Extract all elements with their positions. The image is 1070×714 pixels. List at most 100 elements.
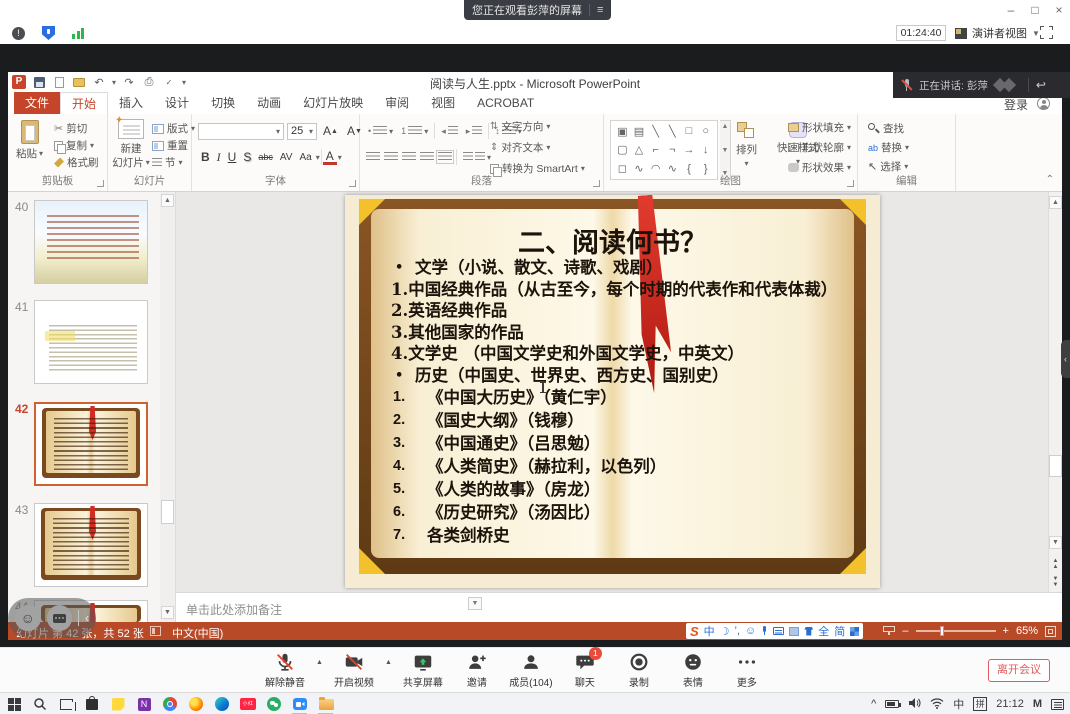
leave-meeting-button[interactable]: 离开会议 — [988, 659, 1050, 682]
print-preview-icon[interactable]: ⎙ — [142, 75, 156, 89]
mic-options-icon[interactable]: ▲ — [316, 659, 323, 666]
font-color-dropdown-icon[interactable]: ▾ — [338, 153, 342, 162]
ime-voice-icon[interactable] — [761, 626, 768, 636]
video-options-icon[interactable]: ▲ — [385, 659, 392, 666]
columns-button[interactable]: ▾ — [461, 148, 493, 166]
zoom-in-button[interactable]: + — [1003, 625, 1009, 637]
new-document-icon[interactable] — [55, 77, 64, 88]
align-right-button[interactable] — [402, 152, 416, 162]
chat-button[interactable]: 1 聊天 — [562, 651, 608, 689]
copy-button[interactable]: 复制▾ — [54, 137, 99, 154]
align-text-button[interactable]: ⇕对齐文本▾ — [490, 139, 585, 156]
start-button[interactable] — [6, 696, 22, 712]
spellcheck-icon[interactable]: ✓ — [162, 75, 176, 89]
undo-icon[interactable]: ↶ — [92, 75, 106, 89]
font-dialog-launcher[interactable] — [349, 180, 356, 187]
replace-button[interactable]: ab替换▾ — [868, 139, 909, 156]
onenote-icon[interactable]: N — [136, 696, 152, 712]
store-icon[interactable] — [84, 696, 100, 712]
sidebar-collapse-tab[interactable]: ‹ — [1061, 340, 1070, 378]
bullets-button[interactable]: •▾ — [366, 122, 395, 140]
shape-fill-button[interactable]: 形状填充▾ — [788, 119, 858, 136]
chrome-icon[interactable] — [162, 696, 178, 712]
find-button[interactable]: 查找 — [868, 120, 909, 137]
volume-icon[interactable] — [908, 697, 921, 712]
open-icon[interactable] — [73, 78, 85, 87]
tab-slideshow[interactable]: 幻灯片放映 — [292, 92, 374, 114]
file-explorer-icon[interactable] — [318, 696, 334, 712]
save-icon[interactable] — [34, 77, 45, 88]
drawing-dialog-launcher[interactable] — [847, 180, 854, 187]
sign-in-link[interactable]: 登录 — [1004, 96, 1028, 113]
collapse-bubble-icon[interactable]: ‹ — [85, 611, 89, 625]
numbering-button[interactable]: 1▾ — [399, 122, 430, 140]
collapse-ribbon-icon[interactable]: ⌃ — [1046, 174, 1054, 185]
thumb-scroll-down-icon[interactable]: ▼ — [161, 606, 174, 619]
zoom-level[interactable]: 65% — [1016, 625, 1038, 637]
shapes-gallery-scroll[interactable]: ▲▼▼ — [720, 120, 731, 180]
thumb-scroll-up-icon[interactable]: ▲ — [161, 194, 174, 207]
vertical-scrollbar[interactable]: ▲ ▼ ▲▲ ▼▼ — [1048, 192, 1062, 622]
strikethrough-button[interactable]: abc — [255, 148, 276, 166]
language-indicator[interactable]: 中文(中国) — [172, 625, 223, 641]
slide-canvas[interactable]: 二、阅读何书？ •文学（小说、散文、诗歌、戏剧） 1.中国经典作品（从古至今，每… — [345, 195, 880, 588]
tab-home[interactable]: 开始 — [60, 92, 108, 114]
slide-thumbnail-42-selected[interactable] — [34, 402, 148, 486]
comment-bubble-icon[interactable] — [47, 605, 73, 631]
tray-chevron-icon[interactable]: ^ — [871, 698, 876, 710]
tab-design[interactable]: 设计 — [154, 92, 200, 114]
wechat-icon[interactable] — [266, 696, 282, 712]
paragraph-dialog-launcher[interactable] — [593, 180, 600, 187]
more-button[interactable]: 更多 — [724, 651, 770, 689]
tab-review[interactable]: 审阅 — [374, 92, 420, 114]
search-icon[interactable] — [32, 696, 48, 712]
text-shadow-button[interactable]: S — [240, 148, 254, 166]
tray-ime-icon[interactable]: 拼 — [973, 697, 987, 711]
sogou-ime-bar[interactable]: S 中 ☽ ’, ☺ 全 简 — [686, 623, 863, 639]
layout-button[interactable]: 版式▾ — [152, 120, 195, 137]
increase-indent-button[interactable]: ▸ — [464, 122, 485, 140]
underline-button[interactable]: U — [225, 148, 240, 166]
notes-splitter-icon[interactable]: ▼ — [468, 597, 482, 610]
thumbnail-scrollbar[interactable]: ▲ ▼ — [160, 192, 175, 622]
ime-skin-icon[interactable] — [804, 627, 813, 636]
ime-simplified[interactable]: 简 — [834, 623, 845, 639]
tab-animations[interactable]: 动画 — [246, 92, 292, 114]
distributed-button[interactable] — [438, 152, 452, 162]
format-painter-button[interactable]: 格式刷 — [54, 154, 99, 171]
minimize-button[interactable]: – — [1002, 3, 1020, 17]
ime-punctuation[interactable]: ’, — [735, 625, 741, 637]
reactions-button[interactable]: 表情 — [670, 651, 716, 689]
notes-pane[interactable]: ▼ 单击此处添加备注 — [176, 592, 1062, 622]
meeting-app-icon[interactable] — [292, 696, 308, 712]
record-button[interactable]: 录制 — [616, 651, 662, 689]
sogou-logo-icon[interactable]: S — [690, 624, 699, 639]
fit-to-window-icon[interactable] — [1045, 626, 1056, 637]
ime-keyboard-icon[interactable] — [773, 627, 784, 635]
xiaohongshu-icon[interactable]: 小红书 — [240, 696, 256, 712]
battery-icon[interactable] — [885, 700, 899, 708]
change-case-button[interactable]: Aa — [296, 148, 314, 166]
italic-button[interactable]: I — [214, 148, 224, 166]
notification-center-icon[interactable] — [1051, 699, 1064, 710]
unmute-button[interactable]: 解除静音 — [262, 651, 308, 689]
align-center-button[interactable] — [384, 152, 398, 162]
grow-font-button[interactable]: A▲ — [320, 122, 341, 140]
decrease-indent-button[interactable]: ◂ — [439, 122, 460, 140]
slide-thumbnail-41[interactable] — [34, 300, 148, 384]
cut-button[interactable]: ✂剪切 — [54, 120, 99, 137]
previous-slide-button[interactable]: ▲▲ — [1049, 558, 1062, 570]
banner-menu-icon[interactable]: ≡ — [597, 4, 603, 16]
arrange-button[interactable]: 排列▾ — [736, 122, 757, 168]
view-mode-dropdown[interactable]: 演讲者视图 ▼ — [955, 24, 1040, 42]
scroll-handle[interactable] — [1049, 455, 1062, 477]
share-screen-button[interactable]: 共享屏幕 — [400, 651, 446, 689]
tab-view[interactable]: 视图 — [420, 92, 466, 114]
tab-file[interactable]: 文件 — [14, 92, 60, 114]
notes-placeholder[interactable]: 单击此处添加备注 — [186, 601, 282, 618]
ime-toolbox-icon[interactable] — [850, 627, 859, 636]
thumb-scroll-handle[interactable] — [161, 500, 174, 524]
redo-icon[interactable]: ↷ — [122, 75, 136, 89]
security-shield-icon[interactable] — [42, 26, 55, 40]
section-button[interactable]: 节▾ — [152, 154, 195, 171]
